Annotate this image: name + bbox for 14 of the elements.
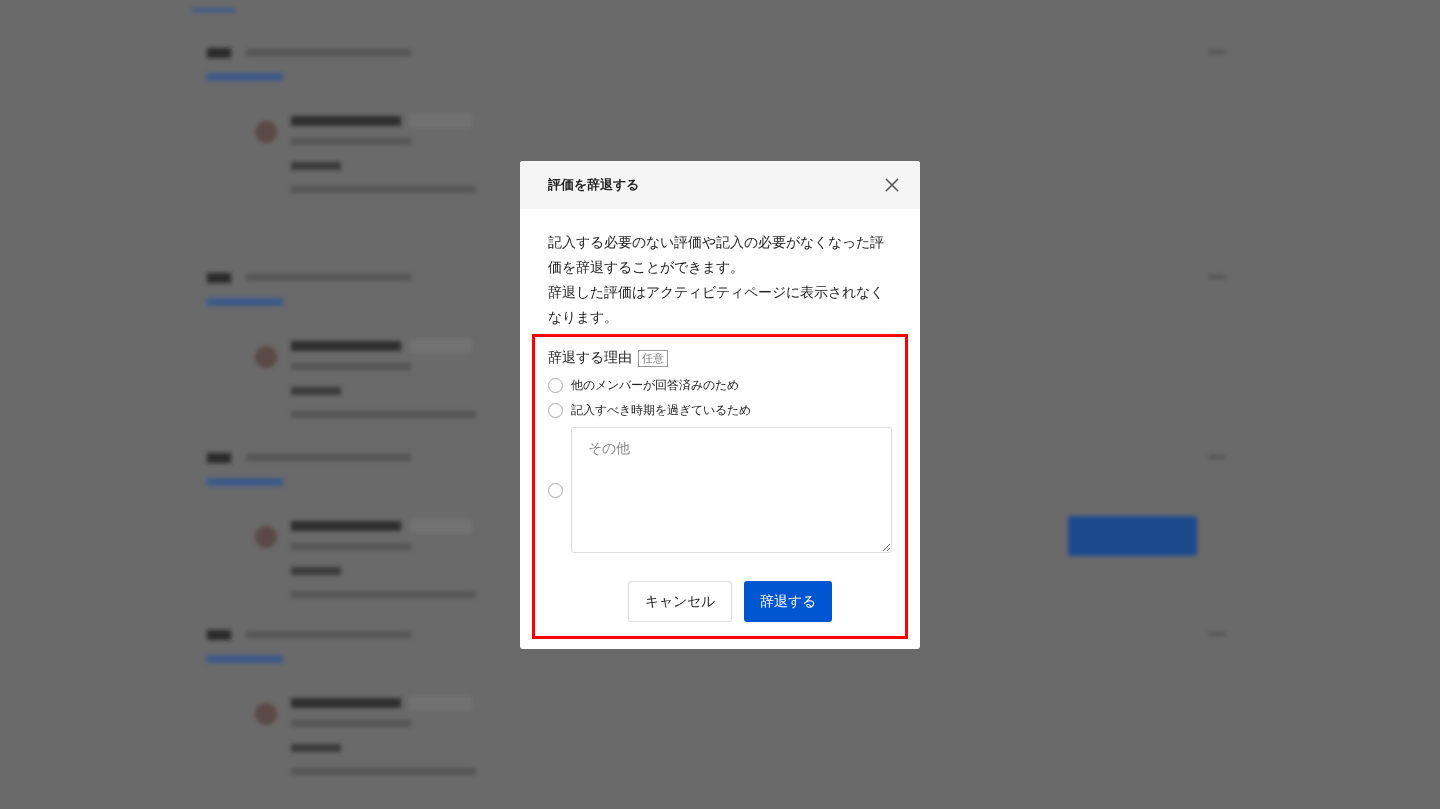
cancel-button[interactable]: キャンセル xyxy=(628,581,732,622)
description-text: 記入する必要のない評価や記入の必要がなくなった評価を辞退することができます。 xyxy=(548,233,885,277)
description-text: 辞退した評価はアクティビティページに表示されなくなります。 xyxy=(548,283,885,327)
dialog-title: 評価を辞退する xyxy=(548,176,639,194)
close-icon[interactable] xyxy=(884,177,900,193)
radio-button[interactable] xyxy=(548,378,563,393)
radio-button[interactable] xyxy=(548,403,563,418)
option-label: 記入すべき時期を過ぎているため xyxy=(571,403,751,418)
optional-badge: 任意 xyxy=(638,349,668,367)
other-reason-field[interactable]: その他 xyxy=(571,427,892,553)
radio-button[interactable] xyxy=(548,482,563,498)
option-label: 他のメンバーが回答済みのため xyxy=(571,378,739,393)
decline-button[interactable]: 辞退する xyxy=(744,581,832,622)
reason-label: 辞退する理由 xyxy=(548,349,632,367)
